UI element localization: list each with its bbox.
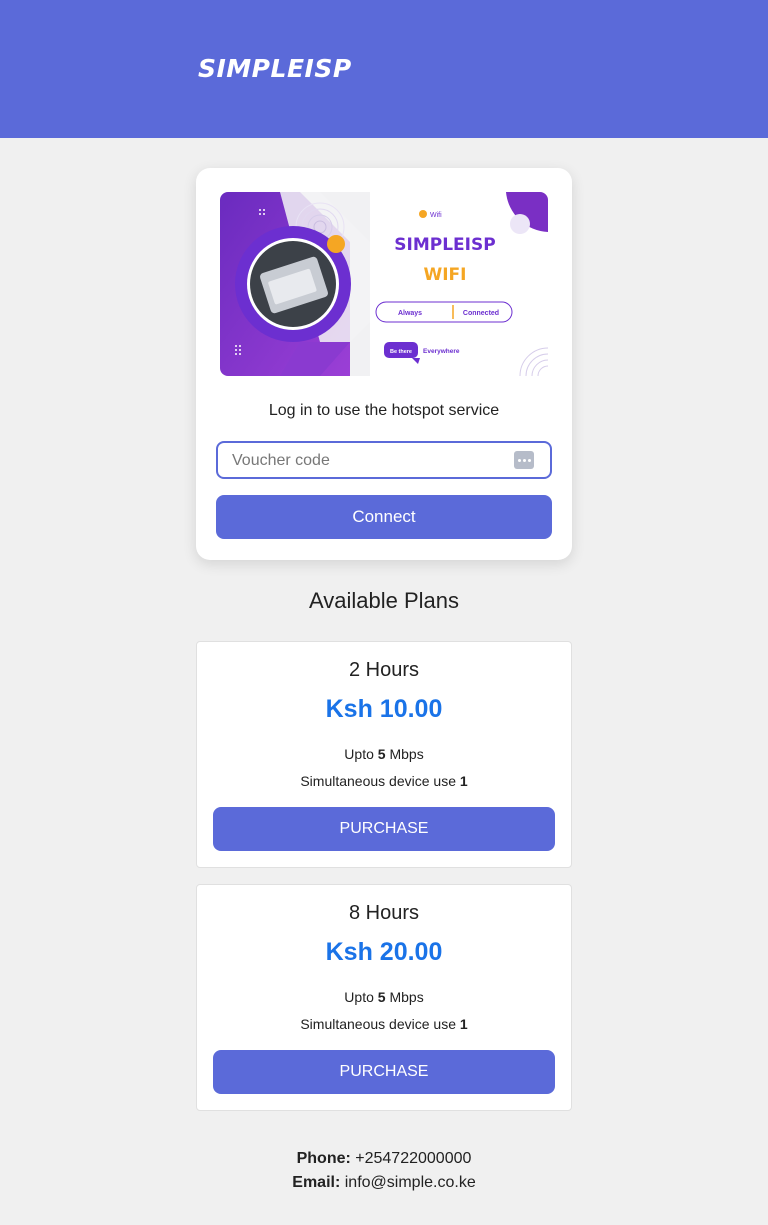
banner-brand: SIMPLEISP — [394, 235, 495, 255]
voucher-code-input[interactable] — [230, 443, 504, 479]
contact-phone: Phone: +254722000000 — [0, 1150, 768, 1168]
plan-speed-value: 5 — [377, 746, 386, 762]
site-header: SIMPLEISP — [0, 0, 768, 138]
plan-price: Ksh 10.00 — [325, 695, 443, 723]
plan-speed-value: 5 — [377, 989, 386, 1005]
plan-card: 8 Hours Ksh 20.00 Upto 5 Mbps Simultaneo… — [196, 884, 572, 1111]
plan-name: 8 Hours — [348, 902, 420, 924]
plan-name: 2 Hours — [348, 659, 420, 681]
login-card: Wifi SIMPLEISP WIFI Always Connected Be … — [196, 168, 572, 560]
plan-devices-value: 1 — [459, 773, 468, 789]
plan-speed: Upto 5 Mbps — [197, 989, 571, 1005]
phone-value[interactable]: +254722000000 — [355, 1150, 471, 1167]
password-manager-icon[interactable] — [514, 451, 534, 469]
available-plans-title: Available Plans — [308, 588, 460, 613]
voucher-field[interactable] — [216, 441, 552, 479]
plan-speed-prefix: Upto — [344, 746, 374, 762]
banner-product: WIFI — [423, 265, 466, 285]
plan-speed-unit: Mbps — [389, 746, 424, 762]
plan-devices: Simultaneous device use 1 — [197, 773, 571, 789]
plan-speed-prefix: Upto — [344, 989, 374, 1005]
contact-email: Email: info@simple.co.ke — [0, 1174, 768, 1192]
email-value[interactable]: info@simple.co.ke — [345, 1174, 476, 1191]
hotspot-banner-image: Wifi SIMPLEISP WIFI Always Connected Be … — [220, 192, 548, 376]
purchase-button[interactable]: PURCHASE — [213, 807, 555, 851]
site-logo[interactable]: SIMPLEISP — [198, 54, 352, 83]
plan-price: Ksh 20.00 — [325, 938, 443, 966]
banner-pill-right: Connected — [463, 310, 499, 317]
plan-card: 2 Hours Ksh 10.00 Upto 5 Mbps Simultaneo… — [196, 641, 572, 868]
phone-label: Phone: — [296, 1150, 351, 1167]
plan-speed-unit: Mbps — [389, 989, 424, 1005]
banner-wifi-tag: Wifi — [430, 212, 442, 219]
purchase-button[interactable]: PURCHASE — [213, 1050, 555, 1094]
banner-badge: Be there — [390, 349, 412, 355]
plan-devices-label: Simultaneous device use — [300, 773, 456, 789]
banner-pill-left: Always — [398, 310, 422, 317]
email-label: Email: — [292, 1174, 341, 1191]
plan-devices: Simultaneous device use 1 — [197, 1016, 571, 1032]
plan-speed: Upto 5 Mbps — [197, 746, 571, 762]
banner-badge-text: Everywhere — [423, 348, 460, 355]
login-prompt: Log in to use the hotspot service — [268, 402, 500, 419]
plan-devices-value: 1 — [459, 1016, 468, 1032]
connect-button[interactable]: Connect — [216, 495, 552, 539]
plan-devices-label: Simultaneous device use — [300, 1016, 456, 1032]
